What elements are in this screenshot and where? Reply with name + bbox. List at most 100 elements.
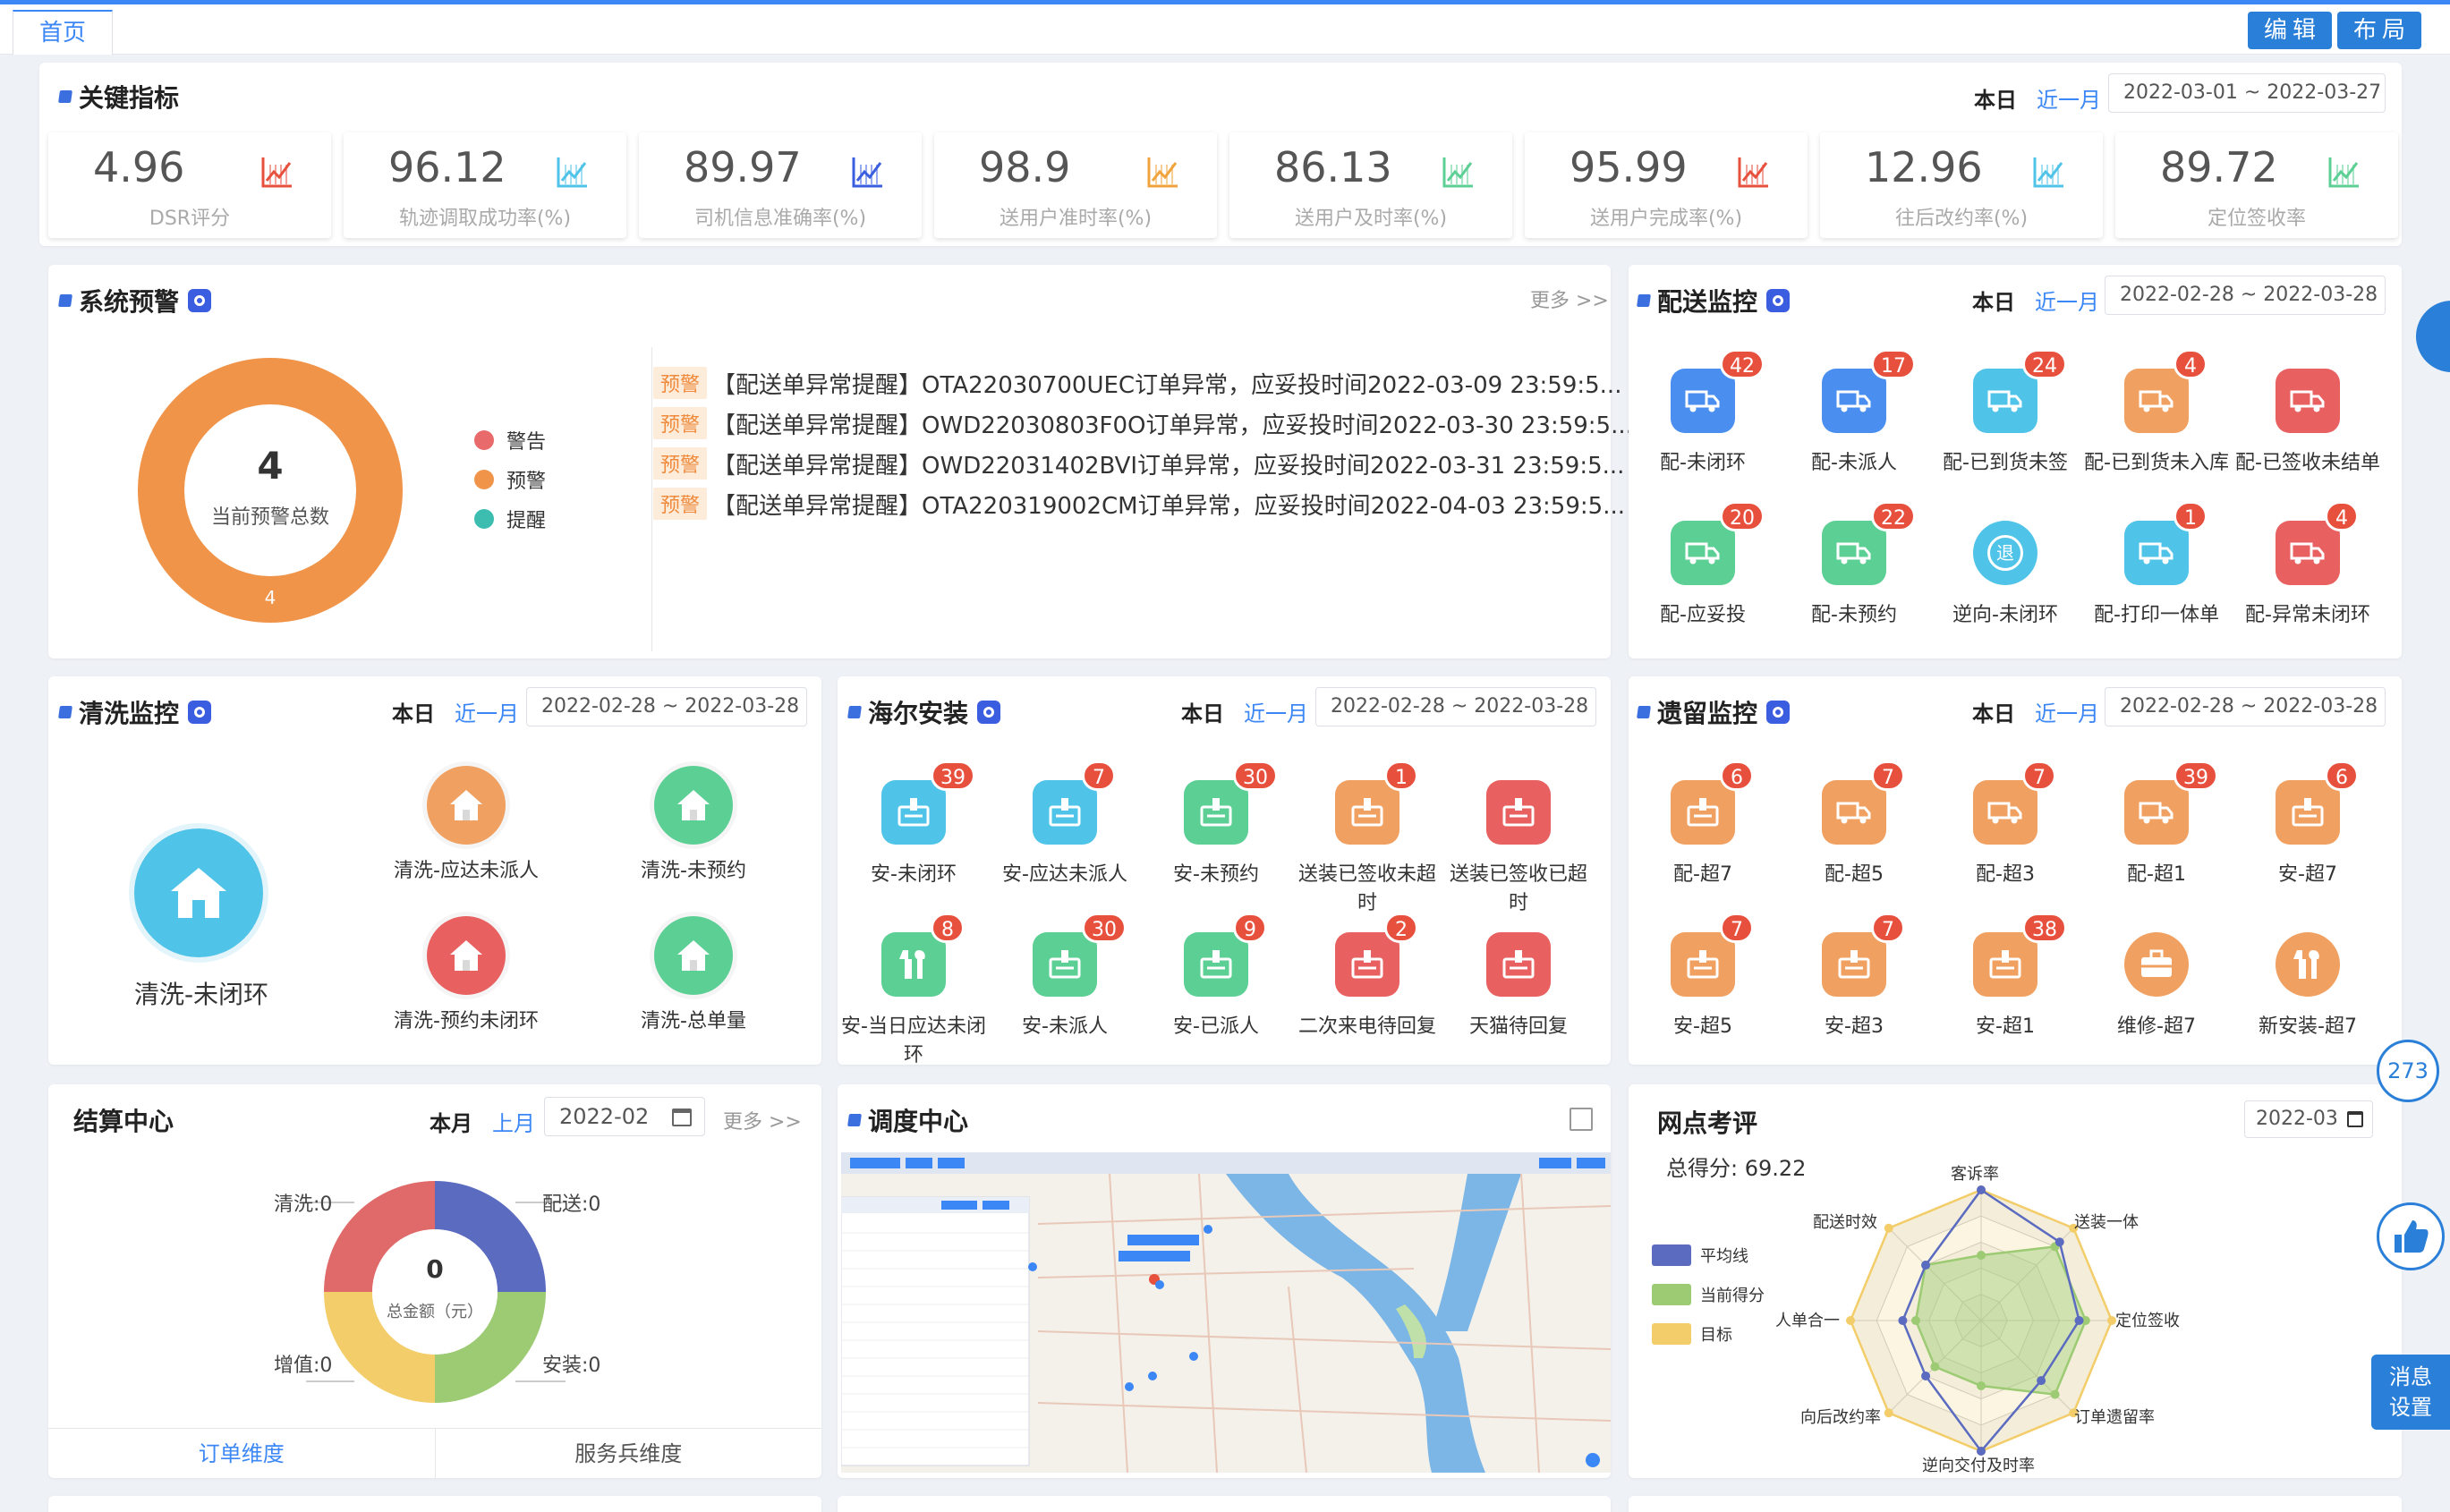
seg-month[interactable]: 近一月 [2035, 701, 2099, 726]
monitor-tile[interactable]: 4 配-已到货未入库 [2080, 349, 2233, 521]
seg-month[interactable]: 近一月 [2035, 290, 2099, 315]
message-settings-button[interactable]: 消息 设置 [2371, 1355, 2450, 1430]
expand-icon[interactable] [1570, 1108, 1593, 1131]
kit-icon [2141, 949, 2172, 977]
dispatch-map[interactable] [841, 1152, 1611, 1473]
tab-order-dimension[interactable]: 订单维度 [48, 1429, 436, 1478]
monitor-tile[interactable]: 17 配-未派人 [1778, 349, 1930, 521]
leftover-date-range[interactable]: 2022-02-28 ~ 2022-03-28 [2105, 687, 2386, 726]
monitor-tile[interactable]: 清洗-未预约 [617, 766, 770, 918]
monitor-tile[interactable]: 7 配-超5 [1778, 760, 1930, 932]
monitor-tile[interactable]: 1 配-打印一体单 [2080, 501, 2233, 673]
legend-dot [474, 430, 494, 450]
monitor-tile[interactable]: 6 配-超7 [1627, 760, 1779, 932]
settings-icon[interactable] [1766, 289, 1791, 312]
count-badge: 7 [1871, 913, 1905, 943]
monitor-tile[interactable]: 7 安-超3 [1778, 913, 1930, 1084]
seg-month[interactable]: 近一月 [2037, 88, 2101, 113]
cleaning-big-tile[interactable] [134, 828, 263, 957]
monitor-tile[interactable]: 维修-超7 [2080, 932, 2233, 1084]
seg-today[interactable]: 本日 [1972, 701, 2015, 726]
monitor-tile[interactable]: 清洗-总单量 [617, 916, 770, 1068]
monitor-tile[interactable]: 42 配-未闭环 [1627, 349, 1779, 521]
alert-row[interactable]: 预警 【配送单异常提醒】OWD22030803F0O订单异常，应妥投时间2022-… [653, 407, 1633, 439]
kpi-card[interactable]: 89.97 司机信息准确率(%) [639, 132, 922, 238]
haier-date-range[interactable]: 2022-02-28 ~ 2022-03-28 [1315, 687, 1596, 726]
seg-month[interactable]: 近一月 [455, 701, 519, 726]
tile-label: 清洗-未预约 [641, 860, 746, 882]
review-month-picker[interactable]: 2022-03 [2244, 1100, 2373, 1138]
legend-item[interactable]: 目标 [1652, 1322, 1732, 1346]
monitor-tile[interactable]: 7 安-超5 [1627, 913, 1779, 1084]
monitor-tile[interactable]: 4 配-异常未闭环 [2232, 501, 2384, 673]
kpi-card[interactable]: 12.96 往后改约率(%) [1820, 132, 2103, 238]
cleaning-date-range[interactable]: 2022-02-28 ~ 2022-03-28 [526, 687, 807, 726]
seg-today[interactable]: 本日 [1974, 88, 2017, 113]
seg-month[interactable]: 近一月 [1244, 701, 1308, 726]
monitor-tile[interactable]: 1 送装已签收未超时 [1291, 760, 1443, 932]
tile-label: 送装已签收已超时 [1449, 863, 1587, 914]
monitor-tile[interactable]: 20 配-应妥投 [1627, 501, 1779, 673]
monitor-tile[interactable]: 送装已签收已超时 [1442, 780, 1595, 932]
cleaning-range-switch: 本日 近一月 [392, 696, 519, 727]
seg-today[interactable]: 本日 [1972, 290, 2015, 315]
kpi-card[interactable]: 95.99 送用户完成率(%) [1525, 132, 1808, 238]
alert-row[interactable]: 预警 【配送单异常提醒】OWD22031402BVI订单异常，应妥投时间2022-… [653, 447, 1624, 480]
monitor-tile[interactable]: 2 二次来电待回复 [1291, 913, 1443, 1084]
seg-today[interactable]: 本日 [1181, 701, 1224, 726]
monitor-tile[interactable]: 退逆向-未闭环 [1929, 521, 2081, 673]
layout-button[interactable]: 布局 [2337, 12, 2421, 49]
tile-icon [1486, 932, 1551, 997]
monitor-tile[interactable]: 清洗-应达未派人 [390, 766, 542, 918]
monitor-tile[interactable]: 8 安-当日应达未闭环 [838, 913, 990, 1084]
monitor-tile[interactable]: 天猫待回复 [1442, 932, 1595, 1084]
settlement-more-link[interactable]: 更多 >> [723, 1106, 802, 1134]
monitor-tile[interactable]: 9 安-已派人 [1140, 913, 1292, 1084]
kpi-card[interactable]: 96.12 轨迹调取成功率(%) [344, 132, 626, 238]
legend-item[interactable]: 提醒 [474, 505, 546, 533]
seg-last-month[interactable]: 上月 [492, 1111, 535, 1136]
monitor-tile[interactable]: 39 配-超1 [2080, 760, 2233, 932]
seg-today[interactable]: 本日 [392, 701, 435, 726]
monitor-tile[interactable]: 38 安-超1 [1929, 913, 2081, 1084]
delivery-date-range[interactable]: 2022-02-28 ~ 2022-03-28 [2105, 276, 2386, 315]
monitor-tile[interactable]: 24 配-已到货未签 [1929, 349, 2081, 521]
monitor-tile[interactable]: 7 安-应达未派人 [989, 760, 1141, 932]
kpi-card[interactable]: 86.13 送用户及时率(%) [1229, 132, 1512, 238]
monitor-tile[interactable]: 22 配-未预约 [1778, 501, 1930, 673]
monitor-tile[interactable]: 30 安-未派人 [989, 913, 1141, 1084]
side-drawer-handle[interactable] [2416, 301, 2450, 372]
edit-button[interactable]: 编辑 [2248, 12, 2332, 49]
kpi-card[interactable]: 89.72 定位签收率 [2115, 132, 2398, 238]
monitor-tile[interactable]: 7 配-超3 [1929, 760, 2081, 932]
like-button[interactable] [2377, 1202, 2445, 1270]
seg-this-month[interactable]: 本月 [430, 1111, 472, 1136]
monitor-tile[interactable]: 配-已签收未结单 [2232, 369, 2384, 521]
settings-icon[interactable] [188, 289, 212, 312]
monitor-tile[interactable]: 39 安-未闭环 [838, 760, 990, 932]
kpi-card[interactable]: 4.96 DSR评分 [48, 132, 331, 238]
tile-label: 配-未预约 [1811, 604, 1897, 626]
monitor-tile[interactable]: 清洗-预约未闭环 [390, 916, 542, 1068]
alert-row[interactable]: 预警 【配送单异常提醒】OTA22030700UEC订单异常，应妥投时间2022-… [653, 367, 1621, 399]
monitor-tile[interactable]: 新安装-超7 [2232, 932, 2384, 1084]
legend-item[interactable]: 平均线 [1652, 1244, 1748, 1267]
settings-icon[interactable] [977, 701, 1001, 724]
tab-home[interactable]: 首页 [13, 10, 113, 55]
settings-icon[interactable] [1766, 701, 1791, 724]
settings-icon[interactable] [188, 701, 212, 724]
side-count-circle[interactable]: 273 [2377, 1040, 2439, 1102]
kpi-card[interactable]: 98.9 送用户准时率(%) [934, 132, 1217, 238]
warning-more-link[interactable]: 更多 >> [1530, 285, 1609, 313]
legend-item[interactable]: 当前得分 [1652, 1283, 1765, 1306]
monitor-tile[interactable]: 6 安-超7 [2232, 760, 2384, 932]
tab-service-dimension[interactable]: 服务兵维度 [436, 1429, 822, 1478]
tile-label: 安-未预约 [1173, 863, 1259, 886]
settlement-month-picker[interactable]: 2022-02 [544, 1097, 705, 1136]
monitor-tile[interactable]: 30 安-未预约 [1140, 760, 1292, 932]
alert-row[interactable]: 预警 【配送单异常提醒】OTA220319002CM订单异常，应妥投时间2022-… [653, 488, 1625, 520]
legend-item[interactable]: 预警 [474, 465, 546, 494]
legend-item[interactable]: 警告 [474, 426, 546, 454]
kpi-date-range[interactable]: 2022-03-01 ~ 2022-03-27 [2108, 73, 2386, 113]
kpi-value: 95.99 [1570, 143, 1688, 191]
